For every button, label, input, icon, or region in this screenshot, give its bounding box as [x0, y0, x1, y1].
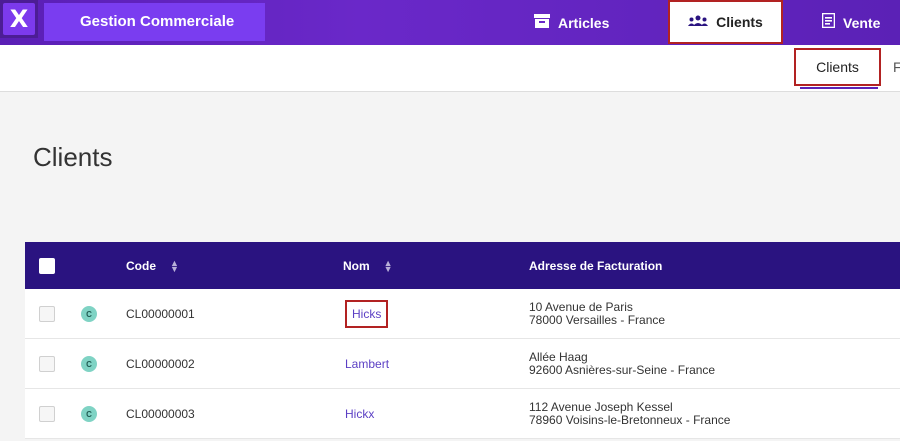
- address-line-2: 92600 Asnières-sur-Seine - France: [529, 363, 716, 377]
- nav-clients-label: Clients: [716, 14, 763, 30]
- row-checkbox[interactable]: [39, 406, 55, 422]
- column-header-code-label: Code: [126, 258, 156, 273]
- sort-icon[interactable]: ▲ ▼: [170, 258, 179, 273]
- billing-address: 10 Avenue de Paris 78000 Versailles - Fr…: [529, 289, 665, 339]
- column-header-nom[interactable]: Nom ▲ ▼: [343, 242, 393, 289]
- client-type-badge: C: [81, 406, 97, 422]
- nav-ventes[interactable]: Vente: [821, 0, 881, 45]
- nav-ventes-label: Vente: [843, 14, 881, 31]
- sub-navbar: Clients F: [0, 45, 900, 92]
- nav-clients[interactable]: Clients: [668, 0, 783, 44]
- client-code: CL00000002: [126, 357, 195, 371]
- client-name-link[interactable]: Hickx: [345, 407, 374, 421]
- client-name-link[interactable]: Hicks: [345, 300, 389, 328]
- nav-articles[interactable]: Articles: [534, 0, 609, 45]
- archive-icon: [534, 13, 550, 32]
- row-checkbox[interactable]: [39, 356, 55, 372]
- select-all-checkbox[interactable]: [39, 257, 55, 274]
- page-title: Clients: [33, 142, 113, 172]
- column-header-nom-label: Nom: [343, 258, 370, 273]
- billing-address: Allée Haag 92600 Asnières-sur-Seine - Fr…: [529, 339, 715, 389]
- top-navbar: X Gestion Commerciale Articles Clients V…: [0, 0, 900, 45]
- nav-articles-label: Articles: [558, 14, 610, 31]
- app-title[interactable]: Gestion Commerciale: [44, 3, 265, 41]
- billing-address: 112 Avenue Joseph Kessel 78960 Voisins-l…: [529, 389, 730, 439]
- address-line-2: 78000 Versailles - France: [529, 313, 666, 327]
- client-code: CL00000003: [126, 407, 195, 421]
- table-row[interactable]: C CL00000003 Hickx 112 Avenue Joseph Kes…: [25, 389, 900, 439]
- client-type-badge: C: [81, 356, 97, 372]
- row-checkbox[interactable]: [39, 306, 55, 322]
- app-logo[interactable]: X: [0, 0, 38, 38]
- client-code: CL00000001: [126, 307, 195, 321]
- table-row[interactable]: C CL00000002 Lambert Allée Haag 92600 As…: [25, 339, 900, 389]
- sort-icon[interactable]: ▲ ▼: [384, 258, 393, 273]
- receipt-icon: [821, 12, 836, 32]
- active-tab-indicator: [800, 87, 878, 89]
- select-all-cell: [39, 242, 55, 289]
- client-name-link[interactable]: Lambert: [345, 357, 389, 371]
- table-row[interactable]: C CL00000001 Hicks 10 Avenue de Paris 78…: [25, 289, 900, 339]
- address-line-2: 78960 Voisins-le-Bretonneux - France: [529, 413, 731, 427]
- logo-icon: X: [3, 3, 35, 35]
- client-type-badge: C: [81, 306, 97, 322]
- column-header-code[interactable]: Code ▲ ▼: [126, 242, 179, 289]
- column-header-adresse: Adresse de Facturation: [529, 242, 662, 289]
- users-icon: [688, 14, 709, 31]
- subtab-next[interactable]: F: [893, 59, 900, 75]
- clients-table: Code ▲ ▼ Nom ▲ ▼ Adresse de Facturation C …: [25, 242, 900, 439]
- column-header-adresse-label: Adresse de Facturation: [529, 258, 663, 273]
- table-header: Code ▲ ▼ Nom ▲ ▼ Adresse de Facturation: [25, 242, 900, 289]
- subtab-clients[interactable]: Clients: [794, 48, 881, 86]
